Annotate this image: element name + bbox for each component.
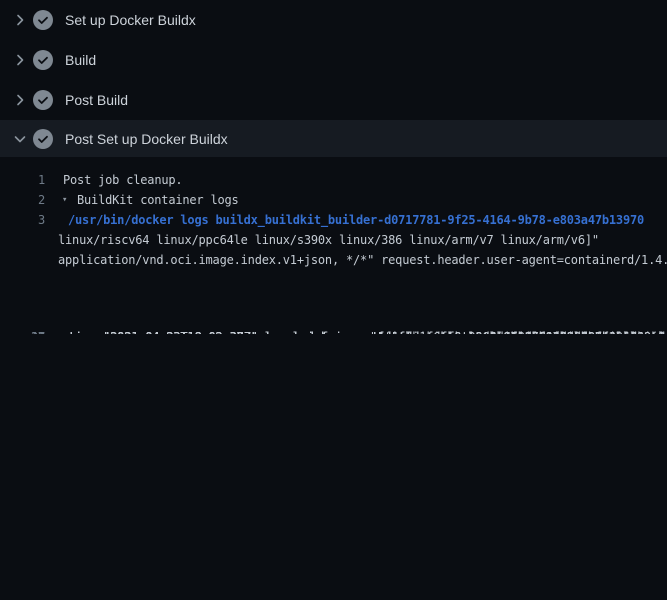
log-text: linux/riscv64 linux/ppc64le linux/s390x … [58,230,599,250]
group-toggle-icon[interactable]: ▾ [62,190,77,210]
line-number[interactable]: 2 [0,190,45,210]
check-circle-icon [33,129,53,149]
log-row: application/vnd.oci.image.index.v1+json,… [0,250,667,270]
log-row: linux/riscv64 linux/ppc64le linux/s390x … [0,230,667,250]
line-number[interactable]: 1 [0,170,45,190]
step-label: Post Build [65,92,128,108]
check-circle-icon [33,10,53,30]
step-row-post-set-up-docker-buildx[interactable]: Post Set up Docker Buildx [0,120,667,157]
log-text: BuildKit container logs [77,190,239,210]
log-text: Post job cleanup. [63,170,182,190]
log-text: time="2021-04-23T18:02:38Z" level=debug … [68,327,665,334]
chevron-right-icon [12,12,28,28]
log-row: 2 ▾ BuildKit container logs [0,190,667,210]
check-circle-icon [33,90,53,110]
step-row-post-build[interactable]: Post Build [0,80,667,120]
chevron-down-icon [12,131,28,147]
steps-list: Set up Docker Buildx Build Post Build Po… [0,0,667,157]
line-number [0,250,45,270]
log-row: 3 /usr/bin/docker logs buildx_buildkit_b… [0,210,667,230]
chevron-right-icon [12,52,28,68]
log-row: 1 Post job cleanup. [0,170,667,190]
check-circle-icon [33,50,53,70]
step-row-set-up-docker-buildx[interactable]: Set up Docker Buildx [0,0,667,40]
command-text: /usr/bin/docker logs buildx_buildkit_bui… [68,210,644,230]
line-number[interactable]: 3 [0,210,45,230]
step-row-build[interactable]: Build [0,40,667,80]
log-row: 20 time="2021-04-23T18:02:38Z" level=deb… [0,314,667,334]
workflow-log-viewer: Set up Docker Buildx Build Post Build Po… [0,0,667,600]
step-label: Build [65,52,96,68]
chevron-right-icon [12,92,28,108]
step-label: Set up Docker Buildx [65,12,196,28]
step-label: Post Set up Docker Buildx [65,131,228,147]
line-number [0,230,45,250]
log-panel[interactable]: 1 Post job cleanup. 2 ▾ BuildKit contain… [0,157,667,600]
line-number[interactable]: 20 [0,327,45,334]
log-text: application/vnd.oci.image.index.v1+json,… [58,250,667,270]
